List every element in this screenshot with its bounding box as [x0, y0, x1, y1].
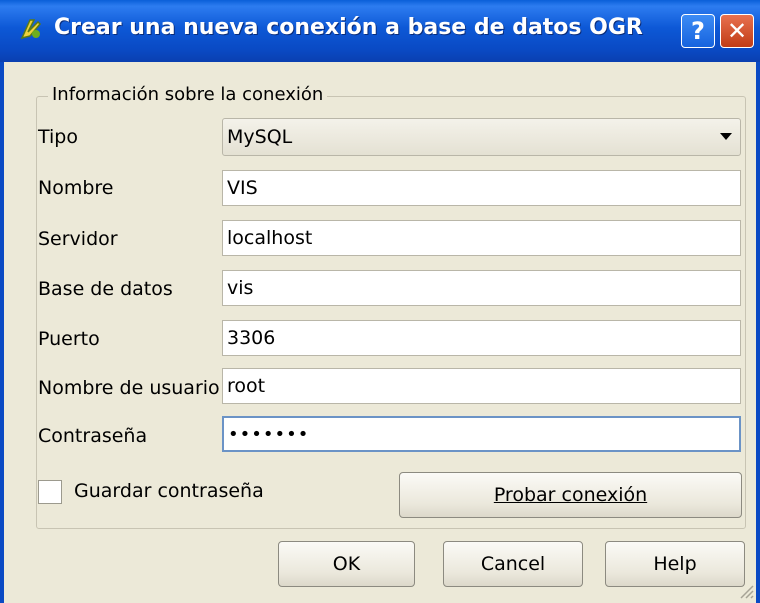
- title-bar[interactable]: Crear una nueva conexión a base de datos…: [0, 0, 760, 62]
- question-icon: ?: [691, 17, 705, 45]
- resize-grip-icon[interactable]: [738, 583, 754, 599]
- servidor-value: localhost: [227, 227, 313, 249]
- group-legend: Información sobre la conexión: [48, 84, 328, 105]
- nombre-value: VIS: [227, 177, 258, 199]
- qgis-icon: [20, 19, 42, 40]
- guardar-contrasena-checkbox[interactable]: [38, 480, 62, 504]
- window-frame-left: [0, 62, 4, 603]
- contrasena-value: •••••••: [228, 423, 310, 445]
- chevron-down-icon: [720, 133, 732, 140]
- help-button[interactable]: Help: [605, 541, 745, 587]
- connection-info-group: [36, 96, 746, 529]
- tipo-select[interactable]: MySQL: [222, 118, 741, 156]
- help-title-button[interactable]: ?: [681, 14, 715, 48]
- base-datos-label: Base de datos: [38, 278, 173, 300]
- servidor-input[interactable]: localhost: [222, 220, 741, 256]
- window-title: Crear una nueva conexión a base de datos…: [54, 15, 643, 40]
- usuario-input[interactable]: root: [222, 368, 741, 404]
- ok-button[interactable]: OK: [278, 541, 415, 587]
- tipo-value: MySQL: [227, 126, 293, 148]
- contrasena-label: Contraseña: [38, 425, 148, 447]
- puerto-input[interactable]: 3306: [222, 320, 741, 356]
- servidor-label: Servidor: [38, 228, 118, 250]
- nombre-input[interactable]: VIS: [222, 170, 741, 206]
- base-datos-input[interactable]: vis: [222, 270, 741, 306]
- usuario-value: root: [227, 375, 266, 397]
- guardar-contrasena-label[interactable]: Guardar contraseña: [74, 480, 264, 502]
- puerto-value: 3306: [227, 327, 276, 349]
- base-datos-value: vis: [227, 277, 254, 299]
- contrasena-input[interactable]: •••••••: [222, 416, 741, 452]
- close-button[interactable]: ✕: [720, 14, 754, 48]
- usuario-label: Nombre de usuario: [38, 377, 220, 399]
- puerto-label: Puerto: [38, 328, 100, 350]
- nombre-label: Nombre: [38, 177, 114, 199]
- probar-conexion-button[interactable]: Probar conexión: [399, 472, 742, 518]
- tipo-label: Tipo: [38, 126, 78, 148]
- close-icon: ✕: [726, 17, 748, 45]
- cancel-button[interactable]: Cancel: [443, 541, 583, 587]
- window-frame-right: [756, 62, 760, 603]
